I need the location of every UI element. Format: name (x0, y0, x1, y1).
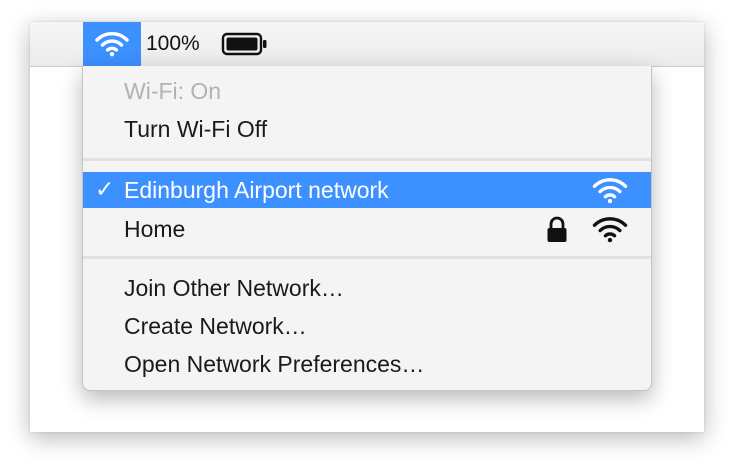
wifi-dropdown-menu: Wi-Fi: On Turn Wi-Fi Off ✓ Edinburgh Air… (82, 66, 652, 391)
open-network-preferences-item[interactable]: Open Network Preferences… (83, 346, 651, 382)
menu-separator (83, 256, 651, 259)
lock-icon (546, 216, 568, 243)
wifi-status-label: Wi-Fi: On (124, 78, 222, 104)
screenshot-stage: 100% Wi-Fi: On Turn Wi-Fi Off ✓ Edinburg… (0, 0, 734, 474)
create-network-item[interactable]: Create Network… (83, 308, 651, 344)
wifi-icon (94, 31, 130, 57)
turn-wifi-off-item[interactable]: Turn Wi-Fi Off (83, 111, 651, 147)
menu-separator (83, 158, 651, 161)
network-item-edinburgh-airport[interactable]: ✓ Edinburgh Airport network (83, 172, 651, 208)
wifi-signal-icon (591, 177, 629, 204)
network-name: Edinburgh Airport network (124, 177, 389, 203)
battery-percentage[interactable]: 100% (146, 22, 200, 66)
checkmark-icon: ✓ (95, 177, 115, 203)
network-item-home[interactable]: Home (83, 211, 651, 247)
battery-icon[interactable] (221, 31, 269, 57)
join-other-network-item[interactable]: Join Other Network… (83, 270, 651, 306)
network-name: Home (124, 216, 186, 242)
wifi-signal-icon (591, 216, 629, 243)
menubar-wifi-button[interactable] (83, 22, 141, 66)
